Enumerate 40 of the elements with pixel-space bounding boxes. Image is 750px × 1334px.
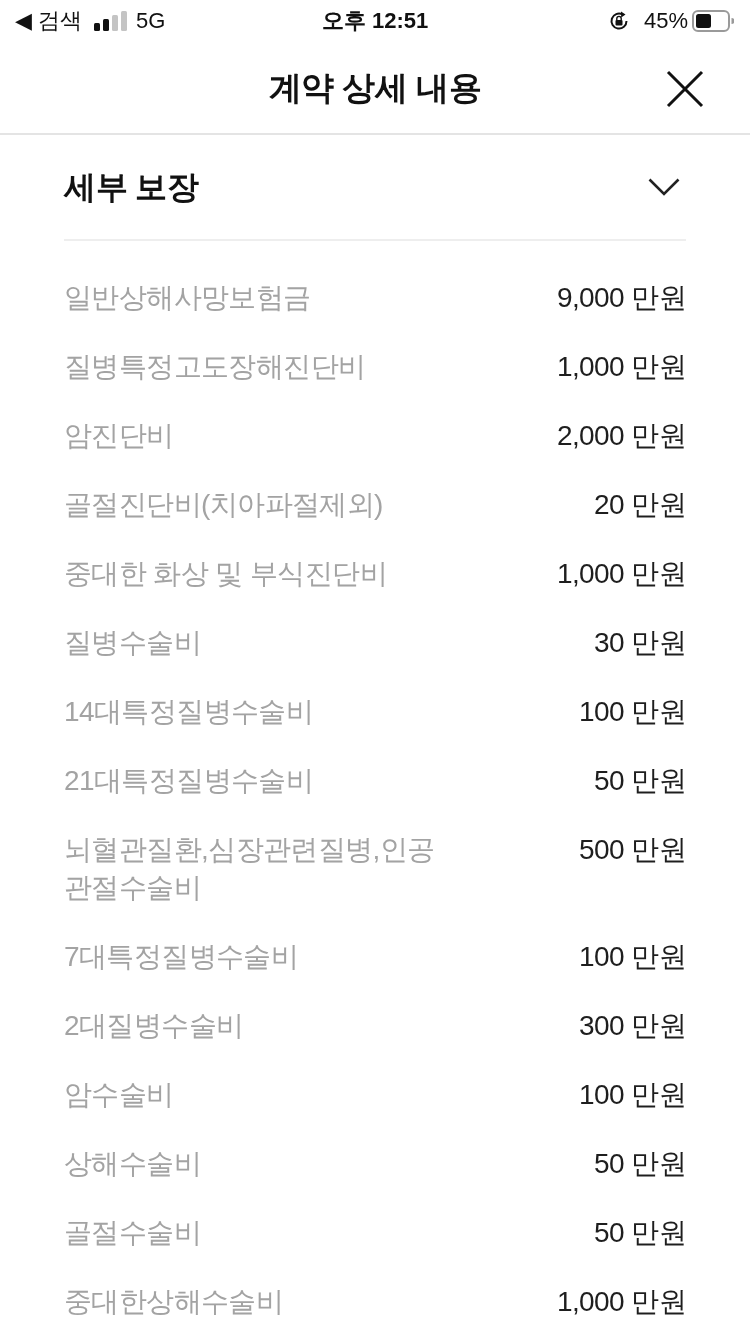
coverage-amount: 50 만원 bbox=[594, 1216, 686, 1250]
coverage-amount: 100 만원 bbox=[579, 1078, 686, 1112]
coverage-name: 뇌혈관질환,심장관련질병,인공관절수술비 bbox=[64, 833, 436, 905]
page-title: 계약 상세 내용 bbox=[268, 67, 482, 108]
battery-percent: 45% bbox=[643, 8, 688, 34]
coverage-name: 골절진단비(치아파절제외) bbox=[64, 488, 383, 522]
coverage-name: 일반상해사망보험금 bbox=[64, 281, 311, 315]
clock-time: 오후 12:51 bbox=[321, 8, 429, 34]
coverage-amount: 1,000 만원 bbox=[556, 557, 686, 591]
coverage-name: 암수술비 bbox=[64, 1078, 174, 1112]
coverage-name: 7대특정질병수술비 bbox=[64, 940, 299, 974]
coverage-name: 중대한 화상 및 부식진단비 bbox=[64, 557, 387, 591]
coverage-amount: 9,000 만원 bbox=[556, 281, 686, 315]
coverage-amount: 50 만원 bbox=[594, 764, 686, 798]
coverage-amount: 20 만원 bbox=[594, 488, 686, 522]
coverage-amount: 50 만원 bbox=[594, 1147, 686, 1181]
coverage-name: 질병특정고도장해진단비 bbox=[64, 350, 366, 384]
coverage-name: 21대특정질병수술비 bbox=[64, 764, 314, 798]
coverage-amount: 1,000 만원 bbox=[556, 350, 686, 384]
coverage-amount: 1,000 만원 bbox=[556, 1285, 686, 1319]
coverage-name: 암진단비 bbox=[64, 419, 174, 453]
coverage-amount: 500 만원 bbox=[579, 833, 686, 867]
back-to-app-label[interactable]: ◀ 검색 bbox=[15, 8, 83, 34]
coverage-name: 중대한상해수술비 bbox=[64, 1285, 284, 1319]
chevron-down-icon[interactable] bbox=[648, 178, 680, 196]
coverage-amount: 30 만원 bbox=[594, 626, 686, 660]
coverage-name: 질병수술비 bbox=[64, 626, 201, 660]
network-type-label: 5G bbox=[136, 8, 166, 34]
coverage-name: 2대질병수술비 bbox=[64, 1009, 244, 1043]
coverage-amount: 100 만원 bbox=[579, 940, 686, 974]
coverage-amount: 2,000 만원 bbox=[556, 419, 686, 453]
coverage-name: 골절수술비 bbox=[64, 1216, 201, 1250]
section-title[interactable]: 세부 보장 bbox=[64, 167, 199, 207]
close-icon[interactable] bbox=[666, 70, 704, 108]
coverage-name: 상해수술비 bbox=[64, 1147, 201, 1181]
battery-icon bbox=[692, 10, 734, 32]
coverage-amount: 300 만원 bbox=[579, 1009, 686, 1043]
coverage-amount: 100 만원 bbox=[579, 695, 686, 729]
signal-bars-icon bbox=[94, 11, 129, 31]
coverage-name: 14대특정질병수술비 bbox=[64, 695, 314, 729]
